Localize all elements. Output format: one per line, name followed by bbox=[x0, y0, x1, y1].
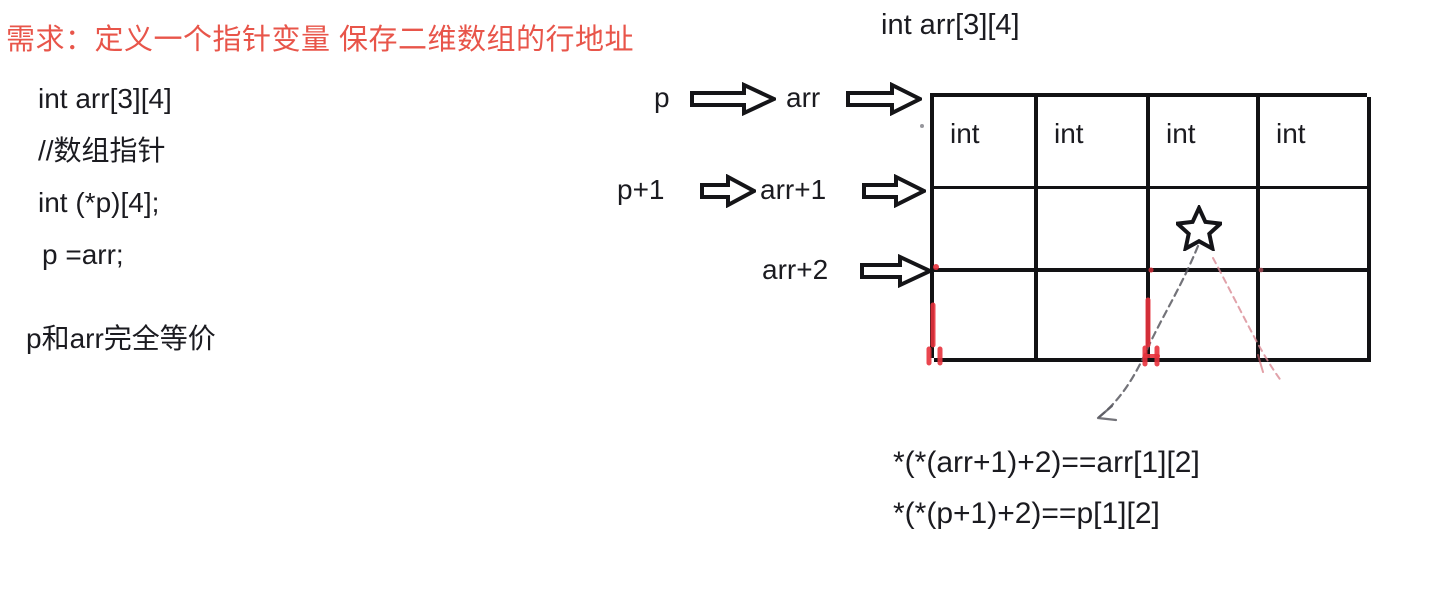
grid-cell bbox=[934, 189, 1038, 272]
grid-cell bbox=[1260, 272, 1371, 362]
grid-cell-label: int bbox=[1054, 118, 1084, 149]
grid-cell: int bbox=[1150, 97, 1260, 189]
grid-cell bbox=[1150, 272, 1260, 362]
code-line-declaration: int arr[3][4] bbox=[38, 83, 172, 114]
array-declaration-label: int arr[3][4] bbox=[881, 9, 1020, 41]
double-arrow-right-icon bbox=[862, 173, 929, 209]
grid-cell bbox=[934, 272, 1038, 362]
equivalence-note: p和arr完全等价 bbox=[26, 323, 216, 354]
pointer-label-p: p bbox=[654, 82, 670, 113]
grid-cell: int bbox=[1038, 97, 1150, 189]
star-outline-icon bbox=[1172, 203, 1226, 253]
grid-cell: int bbox=[1260, 97, 1371, 189]
code-line-pointer-declaration: int (*p)[4]; bbox=[38, 187, 160, 218]
double-arrow-right-icon bbox=[860, 253, 935, 289]
array-label-arr-plus-2: arr+2 bbox=[762, 254, 829, 285]
page-title: 需求：定义一个指针变量 保存二维数组的行地址 bbox=[6, 24, 635, 56]
code-line-comment: //数组指针 bbox=[38, 135, 166, 166]
formula-pointer-equivalence: *(*(p+1)+2)==p[1][2] bbox=[893, 497, 1160, 530]
grid-cell bbox=[1260, 189, 1371, 272]
grid-cell-label: int bbox=[950, 118, 980, 149]
pointer-label-p-plus-1: p+1 bbox=[617, 174, 665, 205]
grid-cell bbox=[1038, 272, 1150, 362]
formula-arr-equivalence: *(*(arr+1)+2)==arr[1][2] bbox=[893, 446, 1200, 479]
grid-cell-label: int bbox=[1276, 118, 1306, 149]
code-line-assignment: p =arr; bbox=[42, 239, 124, 270]
array-label-arr: arr bbox=[786, 82, 821, 113]
double-arrow-right-icon bbox=[846, 81, 925, 117]
grid-cell: int bbox=[934, 97, 1038, 189]
grid-cell-label: int bbox=[1166, 118, 1196, 149]
double-arrow-right-icon bbox=[690, 81, 779, 117]
grid-cell bbox=[1038, 189, 1150, 272]
code-block: int arr[3][4] //数组指针 int (*p)[4]; p =arr… bbox=[38, 73, 172, 281]
memory-grid: int int int int bbox=[930, 93, 1371, 362]
double-arrow-right-icon bbox=[700, 173, 759, 209]
array-label-arr-plus-1: arr+1 bbox=[760, 174, 827, 205]
